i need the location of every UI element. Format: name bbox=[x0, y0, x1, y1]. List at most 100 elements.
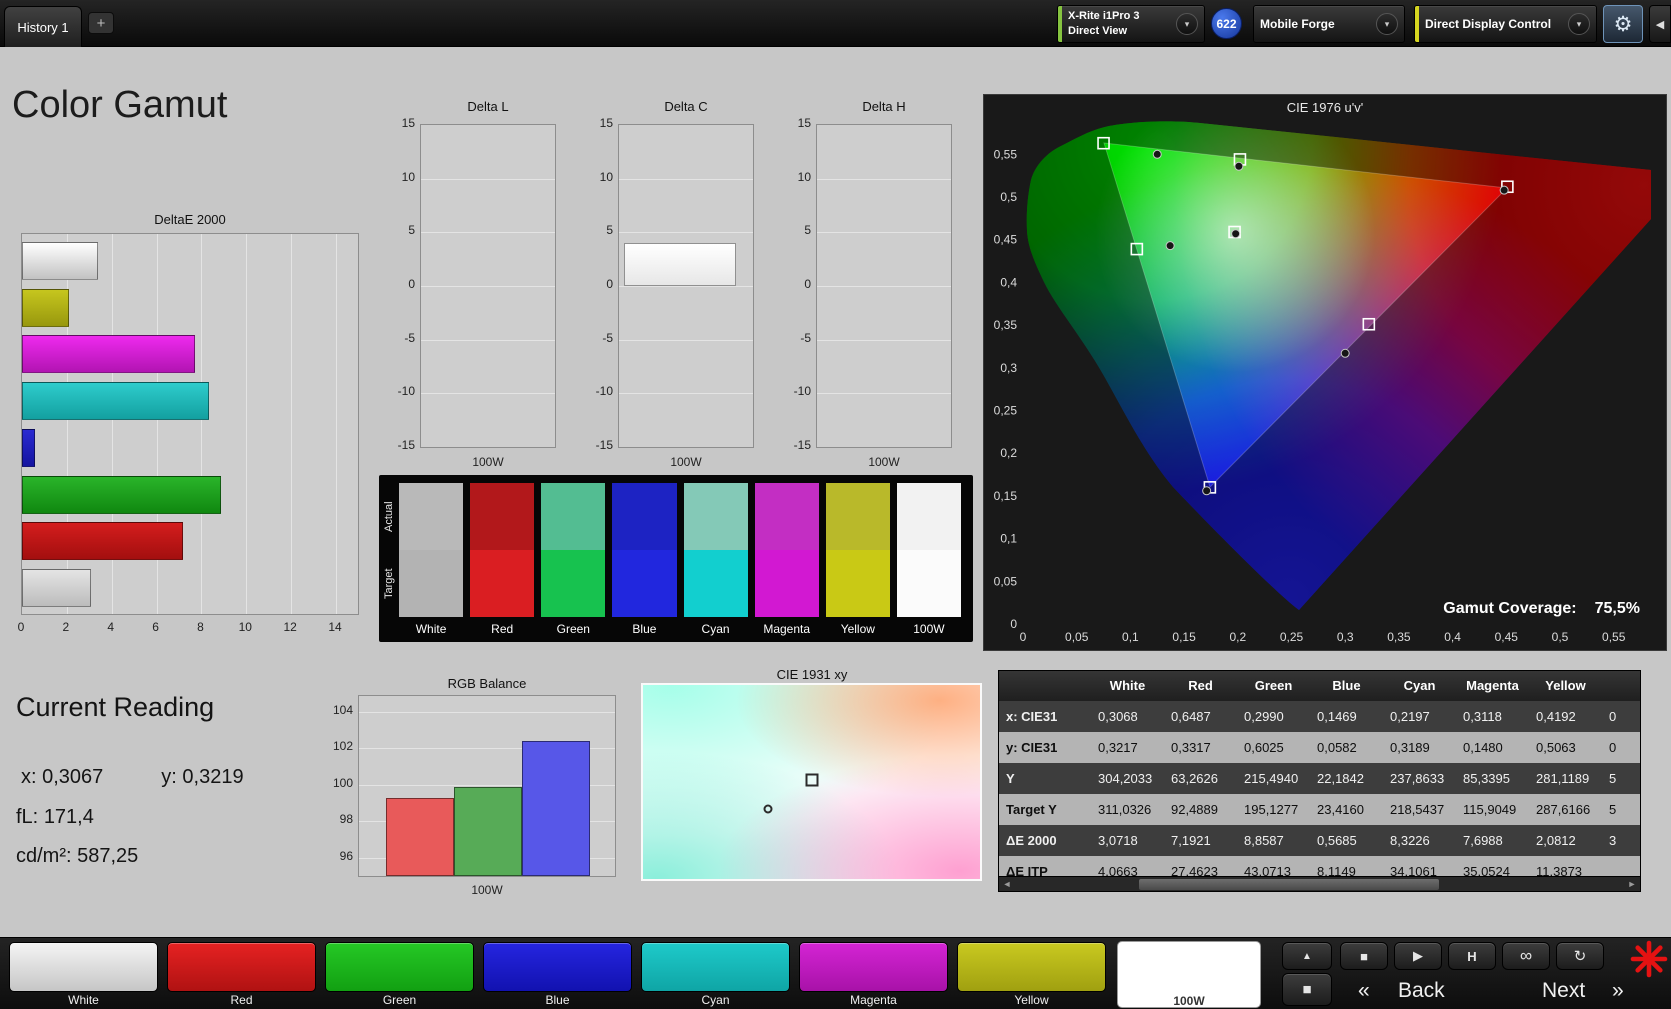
swatch-label: White bbox=[415, 622, 447, 636]
row-label: ΔE 2000 bbox=[1006, 833, 1057, 848]
y-tick-label: 15 bbox=[797, 116, 811, 130]
gear-icon[interactable]: ⚙ bbox=[1603, 5, 1643, 43]
y-tick-label: 100 bbox=[332, 775, 353, 790]
patch-button-yellow[interactable]: Yellow bbox=[957, 942, 1106, 1007]
patch-button-blue[interactable]: Blue bbox=[483, 942, 632, 1007]
cell-value: 0,3217 bbox=[1098, 740, 1138, 755]
patch-swatch bbox=[483, 942, 632, 992]
measured-marker-blue bbox=[1202, 486, 1212, 496]
row-label: y: CIE31 bbox=[1006, 740, 1058, 755]
stop-button[interactable]: ■ bbox=[1340, 942, 1388, 970]
chart-title: Delta C bbox=[664, 99, 708, 114]
source-dropdown[interactable]: Mobile Forge ▾ bbox=[1253, 5, 1405, 43]
deltae-bar-100w bbox=[22, 242, 99, 280]
x-tick-label: 0,5 bbox=[1552, 630, 1569, 644]
busy-asterisk-icon bbox=[1630, 940, 1668, 978]
up-button[interactable]: ▲ bbox=[1282, 942, 1332, 970]
column-header: Blue bbox=[1332, 678, 1361, 693]
chevron-down-icon[interactable]: ▾ bbox=[1568, 13, 1590, 35]
y-tick-label: -5 bbox=[602, 330, 613, 345]
table-scrollbar[interactable]: ◄ ► bbox=[999, 876, 1640, 891]
swatch-label: Red bbox=[491, 622, 514, 636]
y-tick-label: 10 bbox=[599, 169, 613, 184]
scroll-left-icon[interactable]: ◄ bbox=[999, 877, 1015, 891]
table-row: Target Y 311,0326 92,4889 195,1277 23,4160 21… bbox=[999, 794, 1640, 825]
gridline bbox=[817, 178, 951, 180]
cell-value: 0,5063 bbox=[1536, 740, 1576, 755]
cell-value: 3 bbox=[1609, 833, 1617, 848]
measured-marker-red bbox=[1499, 185, 1509, 195]
loop-button[interactable]: ∞ bbox=[1502, 942, 1550, 970]
next-button[interactable]: Next bbox=[1542, 976, 1585, 1006]
results-table-header: White Red Green Blue Cyan Magenta Yellow bbox=[999, 671, 1640, 701]
deltae-plot bbox=[21, 233, 359, 615]
pause-button[interactable]: H bbox=[1448, 942, 1496, 970]
chevron-down-icon[interactable]: ▾ bbox=[1376, 13, 1398, 35]
y-tick-label: 104 bbox=[332, 703, 353, 717]
patch-swatch bbox=[957, 942, 1106, 992]
swatch-column-magenta: Magenta bbox=[754, 483, 819, 637]
gridline bbox=[817, 232, 951, 234]
patch-button-white[interactable]: White bbox=[9, 942, 158, 1007]
swatch-column-red: Red bbox=[470, 483, 535, 637]
column-header: Cyan bbox=[1403, 678, 1436, 693]
cell-value: 63,2626 bbox=[1171, 771, 1218, 786]
measurement-count-badge[interactable]: 622 bbox=[1211, 8, 1242, 39]
tab-history-1[interactable]: History 1 bbox=[4, 6, 82, 47]
x-tick-label: 0,55 bbox=[1602, 630, 1626, 644]
swatch-column-cyan: Cyan bbox=[683, 483, 748, 637]
y-ticks: 15 10 5 0 -5 -10 -15 bbox=[390, 116, 415, 452]
collapse-panel-icon[interactable]: ◀ bbox=[1649, 5, 1671, 43]
y-ticks: 15 10 5 0 -5 -10 -15 bbox=[588, 116, 613, 452]
patch-button-100w[interactable]: 100W bbox=[1117, 941, 1261, 1008]
deltae-2000-chart: DeltaE 2000 0 2 4 6 8 10 12 14 bbox=[18, 212, 361, 640]
x-tick-label: 2 bbox=[62, 620, 70, 634]
back-button[interactable]: Back bbox=[1398, 976, 1445, 1006]
patch-button-cyan[interactable]: Cyan bbox=[641, 942, 790, 1007]
y-tick-label: 0 bbox=[804, 277, 811, 291]
cell-value: 85,3395 bbox=[1463, 771, 1510, 786]
x-tick-label: 0,3 bbox=[1337, 630, 1354, 644]
gridline bbox=[421, 232, 555, 234]
display-control-dropdown[interactable]: Direct Display Control ▾ bbox=[1414, 5, 1597, 43]
first-button[interactable]: « bbox=[1358, 976, 1370, 1006]
y-ticks: 15 10 5 0 -5 -10 -15 bbox=[786, 116, 811, 452]
add-tab-button[interactable]: + bbox=[88, 12, 114, 34]
cell-value: 0,2990 bbox=[1244, 709, 1284, 724]
last-button[interactable]: » bbox=[1612, 976, 1624, 1006]
patch-button-magenta[interactable]: Magenta bbox=[799, 942, 948, 1007]
target-swatch bbox=[470, 550, 535, 617]
rgb-yticks: 104 102 100 98 96 bbox=[330, 695, 353, 877]
cell-value: 304,2033 bbox=[1098, 771, 1153, 786]
refresh-button[interactable]: ↻ bbox=[1556, 942, 1604, 970]
delta-bar bbox=[624, 243, 736, 286]
play-button[interactable]: ▶ bbox=[1394, 942, 1442, 970]
stop-large-button[interactable]: ■ bbox=[1282, 973, 1332, 1006]
deltae-bar-blue bbox=[22, 428, 35, 467]
scroll-thumb[interactable] bbox=[1139, 879, 1439, 890]
patch-button-red[interactable]: Red bbox=[167, 942, 316, 1007]
swatch-label: Blue bbox=[632, 622, 657, 636]
cell-value: 23,4160 bbox=[1317, 802, 1364, 817]
y-tick-label: 0,1 bbox=[1000, 532, 1017, 546]
chart-title: RGB Balance bbox=[447, 676, 527, 691]
reading-y: y: 0,3219 bbox=[161, 766, 244, 788]
cie-1976-diagram: 0 0,05 0,1 0,15 0,2 0,25 0,3 0,35 0,4 0,45 0,5 0,55… bbox=[994, 121, 1652, 644]
cell-value: 5 bbox=[1609, 771, 1617, 786]
scroll-right-icon[interactable]: ► bbox=[1624, 877, 1640, 891]
patch-swatch bbox=[641, 942, 790, 992]
chevron-down-icon[interactable]: ▾ bbox=[1176, 13, 1198, 35]
patch-button-green[interactable]: Green bbox=[325, 942, 474, 1007]
gridline bbox=[619, 232, 753, 234]
x-axis-label: 100W bbox=[471, 883, 503, 897]
actual-swatch bbox=[399, 483, 464, 550]
meter-dropdown[interactable]: X-Rite i1Pro 3 Direct View ▾ bbox=[1057, 5, 1205, 43]
gridline bbox=[817, 286, 951, 287]
target-swatch bbox=[896, 550, 961, 617]
gridline bbox=[336, 234, 338, 614]
x-tick-label: 8 bbox=[197, 620, 204, 634]
x-tick-label: 6 bbox=[152, 620, 159, 634]
display-control-label: Direct Display Control bbox=[1425, 16, 1552, 31]
gamut-coverage-value: 75,5% bbox=[1594, 600, 1640, 617]
y-tick-label: -5 bbox=[800, 330, 811, 345]
